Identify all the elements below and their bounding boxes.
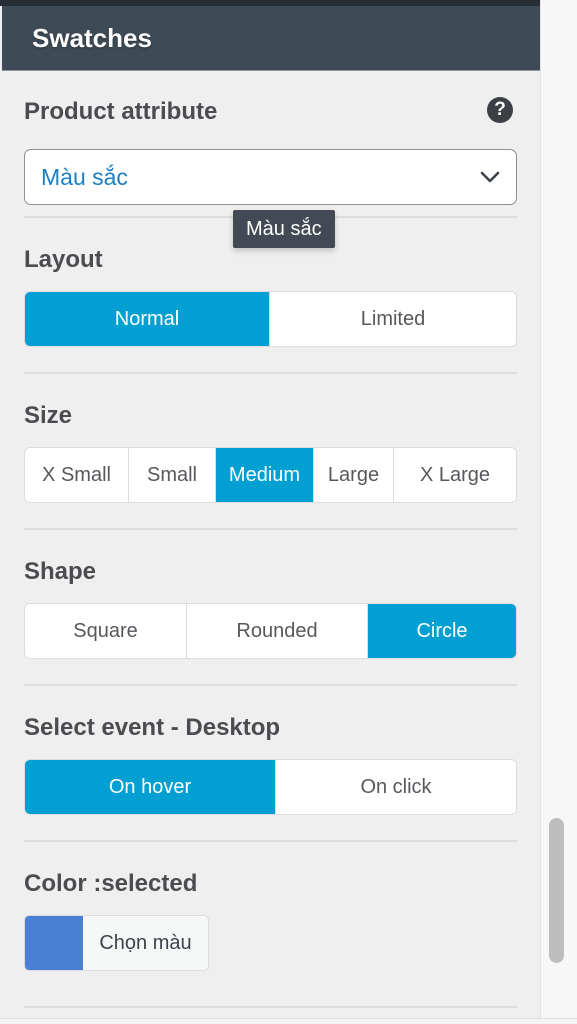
select-event-label: Select event - Desktop — [24, 714, 281, 741]
divider — [24, 1006, 517, 1008]
shape-circle-button[interactable]: Circle — [368, 604, 516, 658]
color-picker-button[interactable]: Chọn màu — [24, 915, 209, 971]
layout-limited-button[interactable]: Limited — [270, 292, 516, 346]
panel-title: Swatches — [32, 22, 152, 53]
question-circle-icon[interactable]: ? — [487, 97, 513, 123]
size-medium-button[interactable]: Medium — [216, 448, 314, 502]
color-swatch — [25, 916, 83, 970]
color-selected-section: Color :selected Chọn màu — [24, 869, 517, 971]
shape-section: Shape Square Rounded Circle — [24, 557, 517, 659]
color-selected-label: Color :selected — [24, 870, 198, 897]
size-label: Size — [24, 402, 73, 429]
shape-square-button[interactable]: Square — [25, 604, 187, 658]
divider — [24, 528, 517, 530]
layout-section: Layout Normal Limited — [24, 245, 517, 347]
shape-rounded-button[interactable]: Rounded — [187, 604, 368, 658]
product-attribute-label: Product attribute — [24, 98, 218, 125]
chevron-down-icon — [480, 171, 500, 183]
divider — [24, 684, 517, 686]
product-attribute-section: Product attribute ? Màu sắc — [24, 97, 517, 205]
attribute-tooltip: Màu sắc — [233, 210, 335, 248]
size-section: Size X Small Small Medium Large X Large — [24, 401, 517, 503]
shape-toggle-group: Square Rounded Circle — [24, 603, 517, 659]
shape-label: Shape — [24, 558, 97, 585]
size-small-button[interactable]: Small — [129, 448, 216, 502]
color-picker-label: Chọn màu — [99, 931, 192, 954]
product-attribute-select[interactable]: Màu sắc — [24, 149, 517, 205]
panel-header[interactable]: Swatches — [2, 6, 540, 71]
layout-label: Layout — [24, 246, 103, 273]
divider — [24, 840, 517, 842]
scrollbar-thumb[interactable] — [549, 818, 564, 963]
event-on-click-button[interactable]: On click — [276, 760, 516, 814]
size-toggle-group: X Small Small Medium Large X Large — [24, 447, 517, 503]
product-attribute-select-value: Màu sắc — [41, 163, 128, 190]
select-event-section: Select event - Desktop On hover On click — [24, 713, 517, 815]
event-on-hover-button[interactable]: On hover — [25, 760, 276, 814]
swatches-panel: Swatches Product attribute ? Màu sắc Màu… — [0, 0, 541, 1024]
bottom-edge — [0, 1018, 577, 1024]
size-large-button[interactable]: Large — [314, 448, 394, 502]
select-event-toggle-group: On hover On click — [24, 759, 517, 815]
divider — [24, 372, 517, 374]
size-xsmall-button[interactable]: X Small — [25, 448, 129, 502]
size-xlarge-button[interactable]: X Large — [394, 448, 516, 502]
layout-toggle-group: Normal Limited — [24, 291, 517, 347]
layout-normal-button[interactable]: Normal — [25, 292, 270, 346]
